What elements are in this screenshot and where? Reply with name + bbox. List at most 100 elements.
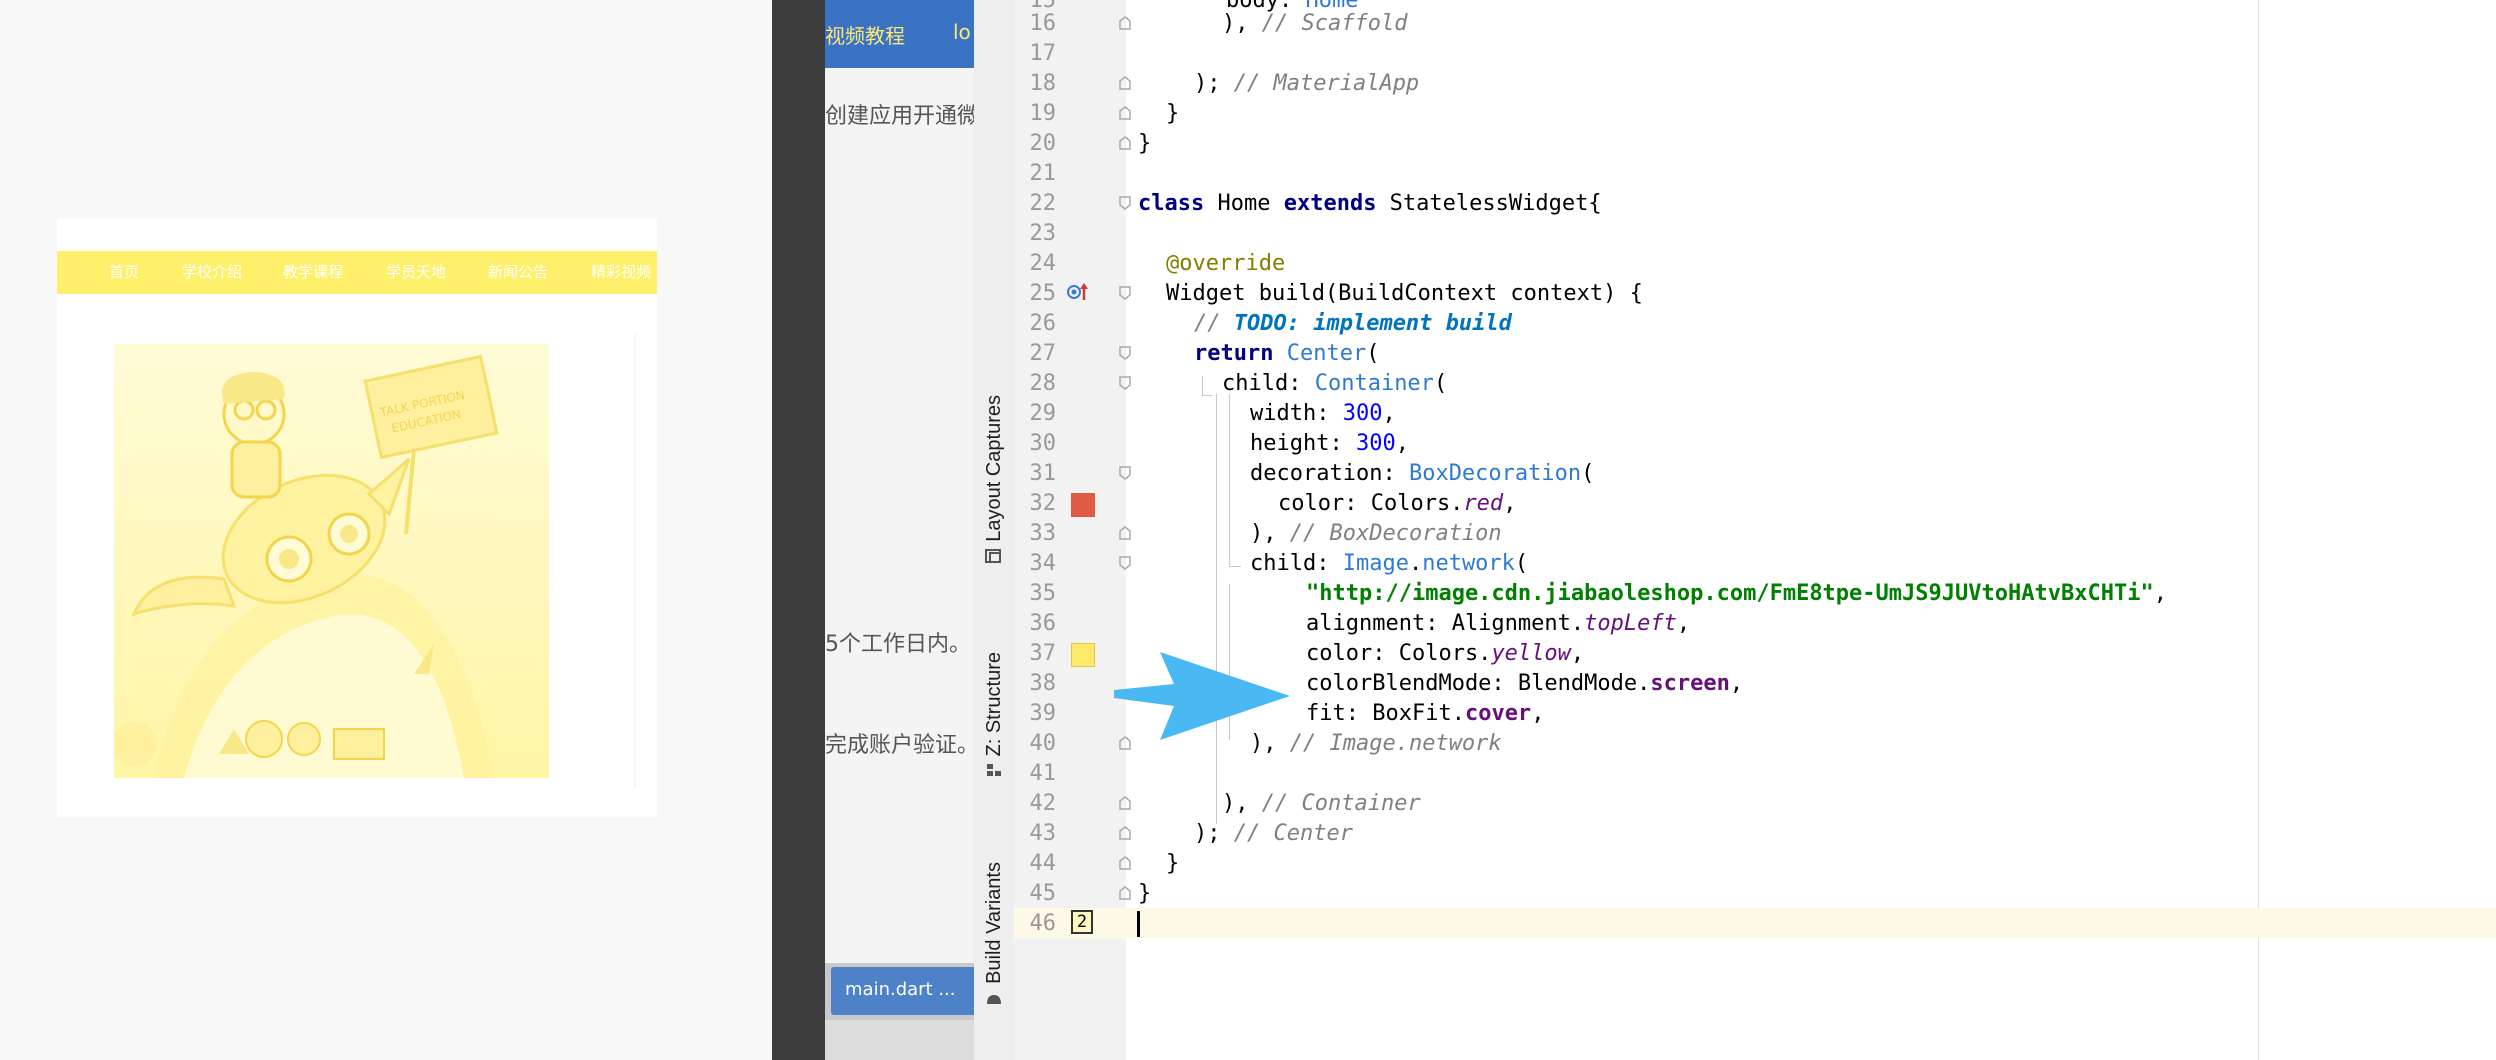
tool-tab-label: Z: Structure — [982, 652, 1005, 757]
code-line: @override — [1166, 251, 1286, 276]
indent-guide — [1229, 394, 1230, 566]
fold-marker-icon[interactable] — [1118, 106, 1132, 120]
text-caret — [1137, 911, 1140, 937]
fold-marker-icon[interactable] — [1118, 376, 1132, 390]
fold-marker-icon[interactable] — [1118, 886, 1132, 900]
code-line: child: Image.network( — [1250, 551, 1529, 576]
taskbar-item-main-dart[interactable]: main.dart ... — [831, 967, 974, 1015]
background-window-header: 视频教程 lo — [825, 0, 974, 68]
line-number: 34 — [1029, 551, 1057, 576]
tool-tab-structure[interactable]: Z: Structure — [974, 652, 1014, 778]
bookmark-badge[interactable]: 2 — [1071, 910, 1093, 934]
taskbar-item-label: main.dart ... — [845, 979, 956, 1000]
line-number: 43 — [1029, 821, 1057, 846]
android-icon — [987, 994, 1001, 1004]
code-line: // TODO: implement build — [1194, 311, 1512, 336]
code-line: ), // Container — [1222, 791, 1421, 816]
nav-item-home[interactable]: 首页 — [109, 251, 139, 294]
line-number: 25 — [1029, 281, 1057, 306]
line-number: 44 — [1029, 851, 1057, 876]
code-line: decoration: BoxDecoration( — [1250, 461, 1595, 486]
right-margin-guide — [2258, 0, 2259, 1060]
fold-marker-icon[interactable] — [1118, 826, 1132, 840]
background-text-line: 5个工作日内。 — [825, 632, 971, 657]
code-line: "http://image.cdn.jiabaoleshop.com/FmE8t… — [1306, 581, 2167, 606]
line-number: 45 — [1029, 881, 1057, 906]
background-browser-window[interactable]: 视频教程 lo 创建应用开通微 5个工作日内。 完成账户验证。 main.dar… — [825, 0, 974, 1060]
line-number: 19 — [1029, 101, 1057, 126]
background-header-link[interactable]: 视频教程 — [825, 20, 905, 49]
fold-marker-icon[interactable] — [1118, 856, 1132, 870]
color-swatch-icon[interactable] — [1071, 493, 1095, 517]
nav-item-news[interactable]: 新闻公告 — [488, 251, 548, 294]
line-number: 42 — [1029, 791, 1057, 816]
tool-tab-build-variants[interactable]: Build Variants — [974, 862, 1014, 1006]
code-line: } — [1138, 131, 1152, 156]
nav-item-videos[interactable]: 精彩视频 — [591, 251, 651, 294]
fold-marker-icon[interactable] — [1118, 136, 1132, 150]
tool-tab-label: Build Variants — [982, 862, 1005, 984]
color-swatch-icon[interactable] — [1071, 643, 1095, 667]
line-number: 24 — [1029, 251, 1057, 276]
line-number: 27 — [1029, 341, 1057, 366]
line-number: 36 — [1029, 611, 1057, 636]
fold-marker-icon[interactable] — [1118, 466, 1132, 480]
fold-marker-icon[interactable] — [1118, 346, 1132, 360]
background-header-link-2[interactable]: lo — [953, 20, 971, 44]
code-line: color: Colors.yellow, — [1306, 641, 1585, 666]
fold-marker-icon[interactable] — [1118, 196, 1132, 210]
line-number: 29 — [1029, 401, 1057, 426]
indent-guide — [1202, 395, 1212, 396]
override-method-icon[interactable] — [1066, 280, 1092, 302]
code-line: Widget build(BuildContext context) { — [1166, 281, 1643, 306]
line-number: 39 — [1029, 701, 1057, 726]
fold-marker-icon[interactable] — [1118, 16, 1132, 30]
code-line: colorBlendMode: BlendMode.screen, — [1306, 671, 1744, 696]
code-line: width: 300, — [1250, 401, 1396, 426]
taskbar: main.dart ... — [825, 963, 974, 1020]
window-separator — [772, 0, 825, 1060]
line-number: 17 — [1029, 41, 1057, 66]
nav-item-courses[interactable]: 教学课程 — [283, 251, 343, 294]
code-line: fit: BoxFit.cover, — [1306, 701, 1545, 726]
nav-item-school-intro[interactable]: 学校介绍 — [182, 251, 242, 294]
fold-marker-icon[interactable] — [1118, 526, 1132, 540]
current-line-highlight — [1014, 908, 2496, 938]
layout-captures-icon — [985, 548, 1001, 563]
line-number: 31 — [1029, 461, 1057, 486]
line-number: 16 — [1029, 11, 1057, 36]
line-number: 37 — [1029, 641, 1057, 666]
line-number: 22 — [1029, 191, 1057, 216]
line-number: 35 — [1029, 581, 1057, 606]
taskbar-bottom — [825, 1020, 974, 1060]
code-line: } — [1138, 881, 1152, 906]
line-number: 38 — [1029, 671, 1057, 696]
preview-nav-bar: 首页 学校介绍 教学课程 学员天地 新闻公告 精彩视频 — [57, 251, 657, 294]
network-image-preview: TALK PORTION EDUCATION — [114, 344, 549, 778]
code-line: ); // Center — [1194, 821, 1353, 846]
fold-marker-icon[interactable] — [1118, 286, 1132, 300]
line-number: 23 — [1029, 221, 1057, 246]
code-line: class Home extends StatelessWidget{ — [1138, 191, 1602, 216]
fold-marker-icon[interactable] — [1118, 76, 1132, 90]
code-line: } — [1166, 101, 1180, 126]
nav-item-students[interactable]: 学员天地 — [386, 251, 446, 294]
tool-window-strip: Layout Captures Z: Structure Build Varia… — [974, 0, 1015, 1060]
background-text-line: 完成账户验证。 — [825, 733, 974, 758]
line-number: 26 — [1029, 311, 1057, 336]
callout-arrow-icon — [1114, 652, 1290, 740]
tool-tab-layout-captures[interactable]: Layout Captures — [974, 395, 1014, 564]
line-number: 33 — [1029, 521, 1057, 546]
line-number: 28 — [1029, 371, 1057, 396]
code-line: height: 300, — [1250, 431, 1409, 456]
code-line: alignment: Alignment.topLeft, — [1306, 611, 1691, 636]
line-number: 20 — [1029, 131, 1057, 156]
tool-tab-label: Layout Captures — [982, 395, 1005, 542]
code-line: color: Colors.red, — [1278, 491, 1517, 516]
line-number: 32 — [1029, 491, 1057, 516]
rider — [222, 372, 286, 499]
line-number: 18 — [1029, 71, 1057, 96]
fold-marker-icon[interactable] — [1118, 796, 1132, 810]
fold-marker-icon[interactable] — [1118, 556, 1132, 570]
code-line: ), // BoxDecoration — [1250, 521, 1502, 546]
